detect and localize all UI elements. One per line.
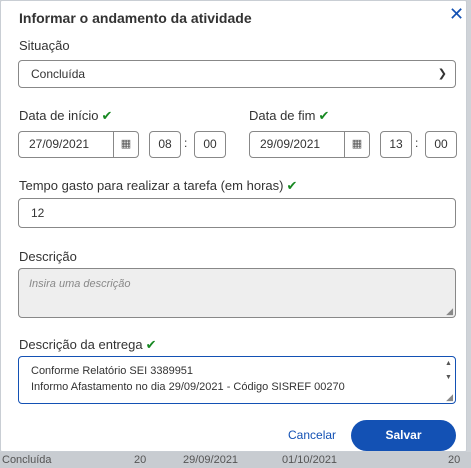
- situacao-label: Situação: [19, 38, 70, 53]
- bg-status: Concluída: [2, 454, 52, 466]
- tempo-label: Tempo gasto para realizar a tarefa (em h…: [19, 178, 297, 194]
- bg-num2: 20: [448, 454, 461, 466]
- data-fim-label: Data de fim ✔: [249, 108, 329, 124]
- descricao-entrega-textarea[interactable]: Conforme Relatório SEI 3389951 Informo A…: [18, 356, 456, 404]
- data-inicio-hour-input[interactable]: 08: [149, 131, 181, 158]
- descricao-entrega-label-text: Descrição da entrega: [19, 337, 143, 352]
- data-fim-minute-input[interactable]: 00: [425, 131, 457, 158]
- tempo-label-text: Tempo gasto para realizar a tarefa (em h…: [19, 178, 284, 193]
- data-inicio-label-text: Data de início: [19, 108, 99, 123]
- situacao-value: Concluída: [31, 67, 86, 81]
- descricao-textarea[interactable]: Insira uma descrição ◢: [18, 268, 456, 318]
- chevron-down-icon: ❯: [437, 68, 447, 80]
- bg-num: 20: [134, 454, 147, 466]
- entrega-line-1: Conforme Relatório SEI 3389951: [31, 365, 194, 377]
- check-icon: ✔: [318, 108, 330, 123]
- bg-date-start: 29/09/2021: [183, 454, 239, 466]
- descricao-label: Descrição: [19, 249, 77, 264]
- data-fim-hour-input[interactable]: 13: [380, 131, 412, 158]
- modal-title: Informar o andamento da atividade: [19, 10, 252, 26]
- check-icon: ✔: [145, 337, 157, 352]
- resize-handle-icon[interactable]: ◢: [446, 393, 453, 402]
- data-inicio-date-value: 27/09/2021: [29, 137, 90, 151]
- tempo-input[interactable]: 12: [18, 198, 456, 228]
- check-icon: ✔: [286, 178, 298, 193]
- data-fim-label-text: Data de fim: [249, 108, 316, 123]
- descricao-entrega-label: Descrição da entrega ✔: [19, 337, 156, 353]
- data-inicio-minute-input[interactable]: 00: [194, 131, 226, 158]
- data-inicio-label: Data de início ✔: [19, 108, 112, 124]
- data-fim-date-value: 29/09/2021: [260, 137, 321, 151]
- cancel-button[interactable]: Cancelar: [288, 428, 336, 442]
- activity-progress-modal: Informar o andamento da atividade ✕ Situ…: [0, 0, 467, 452]
- check-icon: ✔: [101, 108, 113, 123]
- descricao-placeholder: Insira uma descrição: [29, 278, 131, 290]
- time-separator: :: [184, 136, 188, 150]
- save-button[interactable]: Salvar: [351, 420, 456, 451]
- calendar-icon[interactable]: ▦: [113, 132, 138, 157]
- close-icon[interactable]: ✕: [449, 4, 464, 24]
- bg-date-end: 01/10/2021: [282, 454, 338, 466]
- resize-handle-icon[interactable]: ◢: [446, 307, 453, 316]
- data-fim-date-input[interactable]: 29/09/2021 ▦: [249, 131, 370, 158]
- situacao-select[interactable]: Concluída ❯: [18, 60, 456, 88]
- background-table-row: Concluída 20 29/09/2021 01/10/2021 20: [0, 452, 471, 468]
- time-separator: :: [415, 136, 419, 150]
- calendar-icon[interactable]: ▦: [344, 132, 369, 157]
- entrega-line-2: Informo Afastamento no dia 29/09/2021 - …: [31, 381, 345, 393]
- data-inicio-date-input[interactable]: 27/09/2021 ▦: [18, 131, 139, 158]
